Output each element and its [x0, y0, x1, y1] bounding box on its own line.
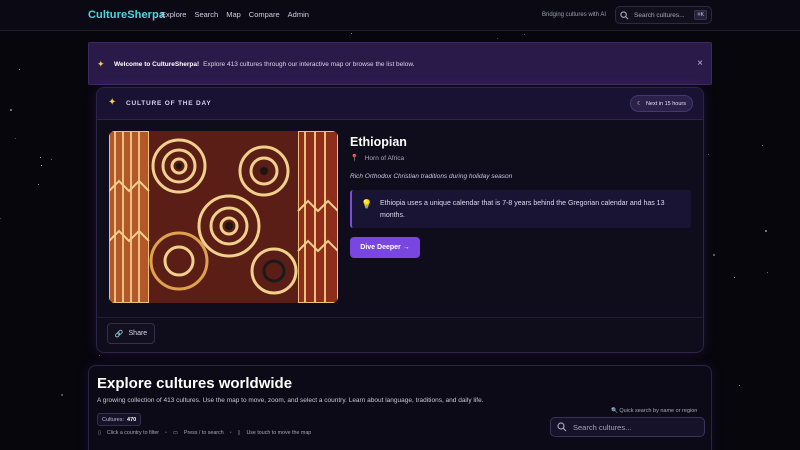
star	[708, 154, 709, 155]
share-button[interactable]: 🔗 Share	[107, 323, 155, 344]
hint-touch: Use touch to move the map	[246, 430, 312, 436]
close-icon[interactable]: ×	[697, 58, 703, 69]
moon-icon: ☾	[637, 100, 642, 107]
star	[99, 355, 100, 356]
star	[734, 277, 735, 278]
map-hints: ▯ Click a country to filter • ▭ Press / …	[98, 430, 312, 436]
nav-search-placeholder: Search cultures...	[634, 11, 685, 19]
explore-section: Explore cultures worldwide A growing col…	[88, 365, 712, 450]
star	[739, 385, 740, 386]
quick-search-label: 🔍 Quick search by name or region	[611, 408, 697, 414]
cultures-count-value: 470	[127, 416, 137, 423]
search-icon	[620, 10, 629, 19]
shortcut-badge: ⌘K	[694, 10, 707, 20]
nav-link-map[interactable]: Map	[226, 10, 241, 19]
card-heading: CULTURE OF THE DAY	[126, 100, 212, 107]
fun-fact-box: 💡 Ethiopia uses a unique calendar that i…	[350, 190, 691, 228]
star	[351, 33, 352, 34]
nav-link-admin[interactable]: Admin	[288, 10, 309, 19]
next-culture-badge: ☾ Next in 15 hours	[630, 95, 693, 112]
star	[767, 272, 768, 273]
phone-icon: ▯	[237, 430, 241, 436]
star	[524, 34, 525, 35]
culture-region-label: Horn of Africa	[364, 154, 405, 162]
banner-message: Explore 413 cultures through our interac…	[203, 61, 415, 68]
star	[15, 138, 16, 139]
top-navbar: CultureSherpa Explore Search Map Compare…	[0, 0, 800, 31]
star	[51, 159, 52, 160]
fun-fact-text: Ethiopia uses a unique calendar that is …	[380, 200, 665, 219]
star	[497, 38, 498, 39]
search-icon	[557, 422, 567, 432]
nav-link-search[interactable]: Search	[194, 10, 218, 19]
star	[19, 69, 20, 70]
mouse-icon: ▯	[98, 430, 101, 436]
star	[713, 254, 715, 256]
cultures-count-label: Cultures:	[102, 416, 125, 423]
search-icon: 🔍	[611, 408, 618, 414]
star	[765, 230, 767, 232]
hint-search: Press / to search	[183, 430, 224, 436]
culture-description: Rich Orthodox Christian traditions durin…	[350, 173, 513, 180]
pin-icon: 📍	[350, 155, 359, 162]
quick-search-text: Quick search by name or region	[619, 408, 698, 414]
welcome-banner: ✦ Welcome to CultureSherpa! Explore 413 c…	[88, 42, 712, 85]
tagline: Bridging cultures with AI	[542, 12, 607, 18]
star	[38, 184, 39, 185]
banner-title: Welcome to CultureSherpa!	[114, 61, 200, 68]
link-icon: 🔗	[114, 330, 124, 338]
hint-click: Click a country to filter	[106, 430, 160, 436]
star	[40, 157, 41, 158]
star	[61, 394, 63, 396]
culture-region: 📍 Horn of Africa	[350, 154, 405, 163]
explore-search-input[interactable]: Search cultures...	[550, 417, 705, 437]
culture-of-the-day-card: ✦ CULTURE OF THE DAY ☾ Next in 15 hours	[96, 87, 704, 353]
explore-title: Explore cultures worldwide	[97, 375, 293, 392]
banner-text: Welcome to CultureSherpa! Explore 413 cul…	[114, 61, 415, 68]
nav-link-explore[interactable]: Explore	[161, 10, 186, 19]
sparkle-icon: ✦	[97, 59, 105, 69]
nav-link-compare[interactable]: Compare	[249, 10, 280, 19]
lightbulb-icon: 💡	[361, 199, 373, 209]
next-culture-label: Next in 15 hours	[645, 100, 686, 107]
card-header: ✦ CULTURE OF THE DAY ☾ Next in 15 hours	[97, 88, 703, 120]
cultures-count-badge: Cultures: 470	[97, 413, 142, 426]
culture-artwork-image	[109, 131, 338, 303]
dive-deeper-button[interactable]: Dive Deeper →	[350, 237, 420, 258]
keyboard-icon: ▭	[172, 430, 178, 436]
share-label: Share	[128, 330, 148, 337]
sparkle-icon: ✦	[108, 97, 117, 108]
nav-links: Explore Search Map Compare Admin	[161, 10, 309, 19]
explore-search-placeholder: Search cultures...	[573, 422, 632, 432]
star	[41, 165, 42, 166]
nav-search-box[interactable]: Search cultures... ⌘K	[615, 6, 712, 24]
star	[0, 218, 1, 219]
brand-logo[interactable]: CultureSherpa	[88, 9, 165, 21]
culture-name: Ethiopian	[350, 135, 407, 149]
card-divider	[97, 317, 703, 318]
explore-description: A growing collection of 413 cultures. Us…	[97, 397, 484, 404]
star	[762, 145, 763, 146]
star	[10, 109, 12, 111]
